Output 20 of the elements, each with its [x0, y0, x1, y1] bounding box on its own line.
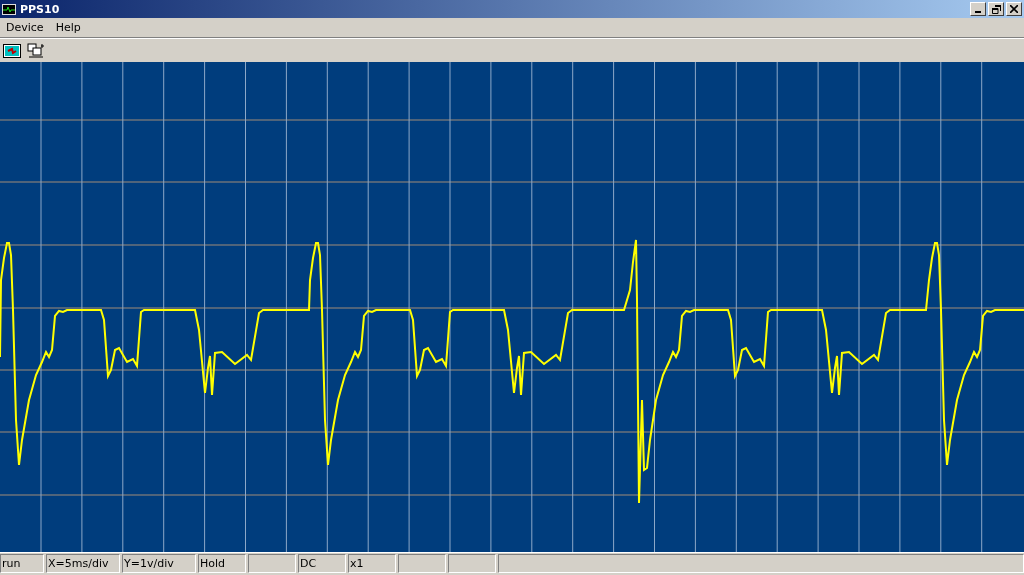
network-icon[interactable] — [27, 42, 45, 59]
app-icon — [2, 3, 16, 15]
close-icon — [1010, 5, 1018, 13]
status-pane: run — [0, 554, 44, 573]
status-pane: Y=1v/div — [122, 554, 196, 573]
status-pane: DC — [298, 554, 346, 573]
status-pane: x1 — [348, 554, 396, 573]
monitor-icon[interactable] — [3, 43, 21, 58]
status-pane — [398, 554, 446, 573]
minimize-button[interactable] — [970, 2, 986, 16]
status-pane — [448, 554, 496, 573]
status-pane: X=5ms/div — [46, 554, 120, 573]
close-button[interactable] — [1006, 2, 1022, 16]
window-title: PPS10 — [20, 2, 60, 16]
restore-icon — [991, 4, 1001, 14]
status-pane — [248, 554, 296, 573]
restore-button[interactable] — [988, 2, 1004, 16]
menu-item[interactable]: Help — [49, 21, 87, 34]
status-pane: Hold — [198, 554, 246, 573]
menu-item[interactable]: Device — [0, 21, 50, 34]
